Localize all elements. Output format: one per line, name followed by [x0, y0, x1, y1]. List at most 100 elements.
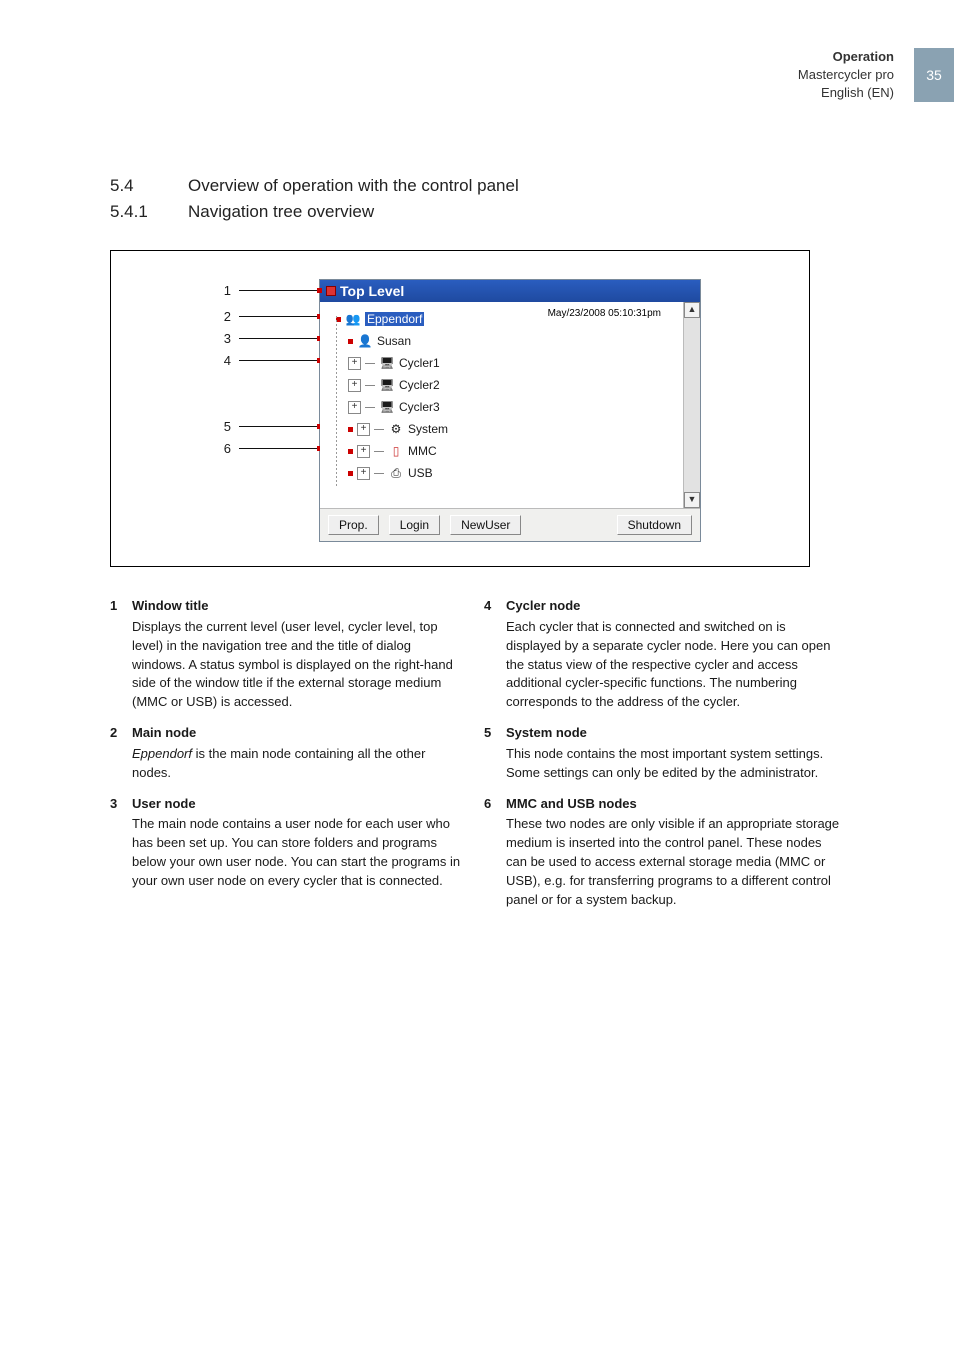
content: 5.4 Overview of operation with the contr…: [110, 176, 840, 922]
connector-line: [365, 363, 375, 364]
legend-number: 3: [110, 795, 122, 891]
legend-body: Eppendorf is the main node containing al…: [132, 745, 466, 783]
timestamp: May/23/2008 05:10:31pm: [548, 308, 661, 319]
legend-italic: Eppendorf: [132, 746, 192, 761]
marker-icon: [336, 317, 341, 322]
callout-5: 5: [219, 415, 319, 437]
expand-icon[interactable]: +: [357, 467, 370, 480]
section-5-4: 5.4 Overview of operation with the contr…: [110, 176, 840, 196]
section-title: Navigation tree overview: [188, 202, 374, 222]
node-label: MMC: [408, 444, 437, 458]
expand-icon[interactable]: +: [357, 445, 370, 458]
node-label: Susan: [377, 334, 411, 348]
section-number: 5.4: [110, 176, 164, 196]
legend-title: User node: [132, 795, 466, 814]
prop-button[interactable]: Prop.: [328, 515, 379, 535]
device-icon: 🖥: [379, 378, 395, 392]
node-cycler1[interactable]: + 🖥 Cycler1: [326, 352, 679, 374]
section-title: Overview of operation with the control p…: [188, 176, 519, 196]
expand-icon[interactable]: +: [357, 423, 370, 436]
gear-icon: ⚙: [388, 422, 404, 436]
legend-number: 2: [110, 724, 122, 783]
page: 35 Operation Mastercycler pro English (E…: [0, 0, 954, 1350]
node-label: Eppendorf: [365, 312, 424, 326]
expand-icon[interactable]: +: [348, 379, 361, 392]
legend-title: Main node: [132, 724, 466, 743]
shutdown-button[interactable]: Shutdown: [617, 515, 692, 535]
node-cycler2[interactable]: + 🖥 Cycler2: [326, 374, 679, 396]
login-button[interactable]: Login: [389, 515, 440, 535]
page-number: 35: [926, 67, 942, 83]
legend-item-4: 4 Cycler node Each cycler that is connec…: [484, 597, 840, 712]
legend-number: 6: [484, 795, 496, 910]
marker-icon: [348, 449, 353, 454]
node-label: Cycler1: [399, 356, 440, 370]
callout-1: 1: [219, 279, 319, 301]
expand-icon[interactable]: +: [348, 401, 361, 414]
legend-item-6: 6 MMC and USB nodes These two nodes are …: [484, 795, 840, 910]
node-system[interactable]: + ⚙ System: [326, 418, 679, 440]
legend-item-1: 1 Window title Displays the current leve…: [110, 597, 466, 712]
page-number-tab: 35: [914, 48, 954, 102]
node-mmc[interactable]: + ▯ MMC: [326, 440, 679, 462]
callout-column: 1 2 3 4 5 6: [219, 279, 319, 459]
connector-line: [374, 429, 384, 430]
node-label: Cycler3: [399, 400, 440, 414]
marker-icon: [348, 427, 353, 432]
legend-body: This node contains the most important sy…: [506, 745, 840, 783]
legend-title: Window title: [132, 597, 466, 616]
node-cycler3[interactable]: + 🖥 Cycler3: [326, 396, 679, 418]
callout-line: [239, 426, 319, 427]
legend-title: System node: [506, 724, 840, 743]
figure-container: 1 2 3 4 5 6: [110, 250, 810, 567]
connector-line: [365, 407, 375, 408]
legend-title: Cycler node: [506, 597, 840, 616]
tree-area: May/23/2008 05:10:31pm 👥 Eppendorf 👤 Sus…: [320, 302, 700, 508]
button-bar: Prop. Login NewUser Shutdown: [320, 508, 700, 541]
connector-line: [365, 385, 375, 386]
callout-line: [239, 316, 319, 317]
node-usb[interactable]: + ⎙ USB: [326, 462, 679, 484]
node-label: System: [408, 422, 448, 436]
callout-line: [239, 448, 319, 449]
expand-icon[interactable]: +: [348, 357, 361, 370]
figure-inner: 1 2 3 4 5 6: [219, 279, 701, 542]
node-susan[interactable]: 👤 Susan: [326, 330, 679, 352]
legend-right-column: 4 Cycler node Each cycler that is connec…: [484, 597, 840, 922]
legend-item-5: 5 System node This node contains the mos…: [484, 724, 840, 783]
scroll-up-button[interactable]: ▲: [684, 302, 700, 318]
connector-line: [374, 473, 384, 474]
header-product: Mastercycler pro: [798, 66, 894, 84]
legend-title: MMC and USB nodes: [506, 795, 840, 814]
marker-icon: [348, 339, 353, 344]
scroll-down-button[interactable]: ▼: [684, 492, 700, 508]
node-label: USB: [408, 466, 433, 480]
newuser-button[interactable]: NewUser: [450, 515, 521, 535]
legend-number: 4: [484, 597, 496, 712]
legend-item-2: 2 Main node Eppendorf is the main node c…: [110, 724, 466, 783]
node-label: Cycler2: [399, 378, 440, 392]
legend-body: The main node contains a user node for e…: [132, 815, 466, 890]
callout-2: 2: [219, 305, 319, 327]
legend-body: Each cycler that is connected and switch…: [506, 618, 840, 712]
connector-line: [374, 451, 384, 452]
navigation-tree[interactable]: May/23/2008 05:10:31pm 👥 Eppendorf 👤 Sus…: [320, 302, 683, 508]
callout-line: [239, 290, 319, 291]
legend-number: 5: [484, 724, 496, 783]
marker-icon: [348, 471, 353, 476]
callout-4: 4: [219, 349, 319, 371]
legend: 1 Window title Displays the current leve…: [110, 597, 840, 922]
section-number: 5.4.1: [110, 202, 164, 222]
callout-line: [239, 338, 319, 339]
callout-6: 6: [219, 437, 319, 459]
app-window: Top Level May/23/2008 05:10:31pm 👥 Eppen…: [319, 279, 701, 542]
device-icon: 🖥: [379, 356, 395, 370]
running-header: Operation Mastercycler pro English (EN): [798, 48, 894, 103]
scrollbar[interactable]: ▲ ▼: [683, 302, 700, 508]
group-icon: 👥: [345, 312, 361, 326]
legend-body: Displays the current level (user level, …: [132, 618, 466, 712]
header-operation: Operation: [798, 48, 894, 66]
callout-line: [239, 360, 319, 361]
legend-body: These two nodes are only visible if an a…: [506, 815, 840, 909]
legend-number: 1: [110, 597, 122, 712]
